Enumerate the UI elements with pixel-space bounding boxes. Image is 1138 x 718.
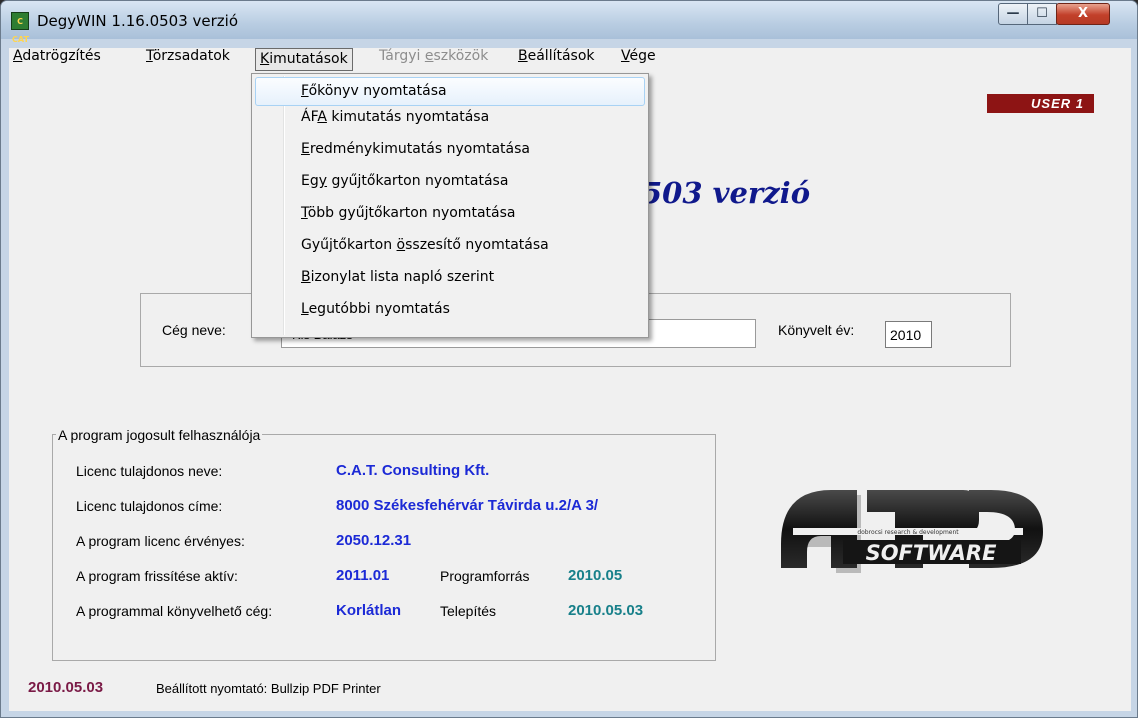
menu-item-bizonylat-lista[interactable]: Bizonylat lista napló szerint bbox=[255, 269, 645, 298]
menu-targyi-eszkozok: Tárgyi eszközök bbox=[379, 48, 489, 64]
logo-word: SOFTWARE bbox=[866, 541, 997, 565]
install-label: Telepítés bbox=[440, 603, 497, 619]
logo-tagline: dobrocsi research & development bbox=[857, 529, 959, 536]
version-banner: 503 verzió bbox=[642, 176, 811, 210]
status-date: 2010.05.03 bbox=[28, 679, 104, 696]
ard-software-logo: dobrocsi research & development SOFTWARE bbox=[781, 490, 1043, 573]
menu-item-gyujtokarton-osszesito[interactable]: Gyűjtőkarton összesítő nyomtatása bbox=[255, 237, 645, 266]
window-title: DegyWIN 1.16.0503 verzió bbox=[37, 12, 239, 30]
owner-address-label: Licenc tulajdonos címe: bbox=[76, 498, 223, 514]
app-icon[interactable]: C CAT bbox=[11, 12, 29, 44]
menu-item-fokonyv[interactable]: Főkönyv nyomtatása bbox=[255, 77, 645, 106]
menu-torzsadatok[interactable]: Törzsadatok bbox=[142, 48, 234, 71]
program-source-label: Programforrás bbox=[440, 568, 530, 584]
kimutatasok-dropdown-menu: Főkönyv nyomtatása ÁFA kimutatás nyomtat… bbox=[251, 73, 649, 338]
menu-kimutatasok[interactable]: Kimutatások bbox=[255, 48, 353, 71]
menu-adatrogzites[interactable]: Adatrögzítés bbox=[9, 48, 105, 71]
user-badge: USER 1 bbox=[987, 94, 1094, 113]
menu-item-eredmenykimutatas[interactable]: Eredménykimutatás nyomtatása bbox=[255, 141, 645, 170]
menu-vege[interactable]: Vége bbox=[617, 48, 660, 71]
menu-item-egy-gyujtokarton[interactable]: Egy gyűjtőkarton nyomtatása bbox=[255, 173, 645, 202]
maximize-button[interactable]: ☐ bbox=[1027, 3, 1057, 25]
owner-name-label: Licenc tulajdonos neve: bbox=[76, 463, 223, 479]
company-name-label: Cég neve: bbox=[162, 322, 226, 338]
program-source-value: 2010.05 bbox=[568, 567, 623, 584]
title-bar[interactable]: C CAT DegyWIN 1.16.0503 verzió — ☐ X bbox=[1, 1, 1137, 44]
menu-beallitasok[interactable]: Beállítások bbox=[514, 48, 599, 71]
menu-item-legutobbi-nyomtatas[interactable]: Legutóbbi nyomtatás bbox=[255, 301, 645, 330]
close-button[interactable]: X bbox=[1056, 3, 1110, 25]
menu-item-afa-kimutatas[interactable]: ÁFA kimutatás nyomtatása bbox=[255, 109, 645, 138]
companies-label: A programmal könyvelhető cég: bbox=[76, 603, 273, 619]
update-active-value: 2011.01 bbox=[336, 567, 390, 584]
install-value: 2010.05.03 bbox=[568, 602, 644, 619]
license-valid-value: 2050.12.31 bbox=[336, 532, 412, 549]
license-group-title: A program jogosult felhasználója bbox=[56, 427, 263, 443]
app-window: C CAT DegyWIN 1.16.0503 verzió — ☐ X Ada… bbox=[0, 0, 1138, 718]
license-valid-label: A program licenc érvényes: bbox=[76, 533, 245, 549]
status-printer: Beállított nyomtató: Bullzip PDF Printer bbox=[156, 681, 381, 696]
owner-address-value: 8000 Székesfehérvár Távirda u.2/A 3/ bbox=[336, 497, 599, 514]
companies-value: Korlátlan bbox=[336, 602, 402, 619]
year-label: Könyvelt év: bbox=[778, 322, 855, 338]
menu-item-tobb-gyujtokarton[interactable]: Több gyűjtőkarton nyomtatása bbox=[255, 205, 645, 234]
update-active-label: A program frissítése aktív: bbox=[76, 568, 238, 584]
minimize-button[interactable]: — bbox=[998, 3, 1028, 25]
owner-name-value: C.A.T. Consulting Kft. bbox=[336, 462, 490, 479]
menu-bar: Adatrögzítés Törzsadatok Kimutatások Tár… bbox=[9, 48, 1131, 72]
year-field[interactable]: 2010 bbox=[885, 321, 932, 348]
